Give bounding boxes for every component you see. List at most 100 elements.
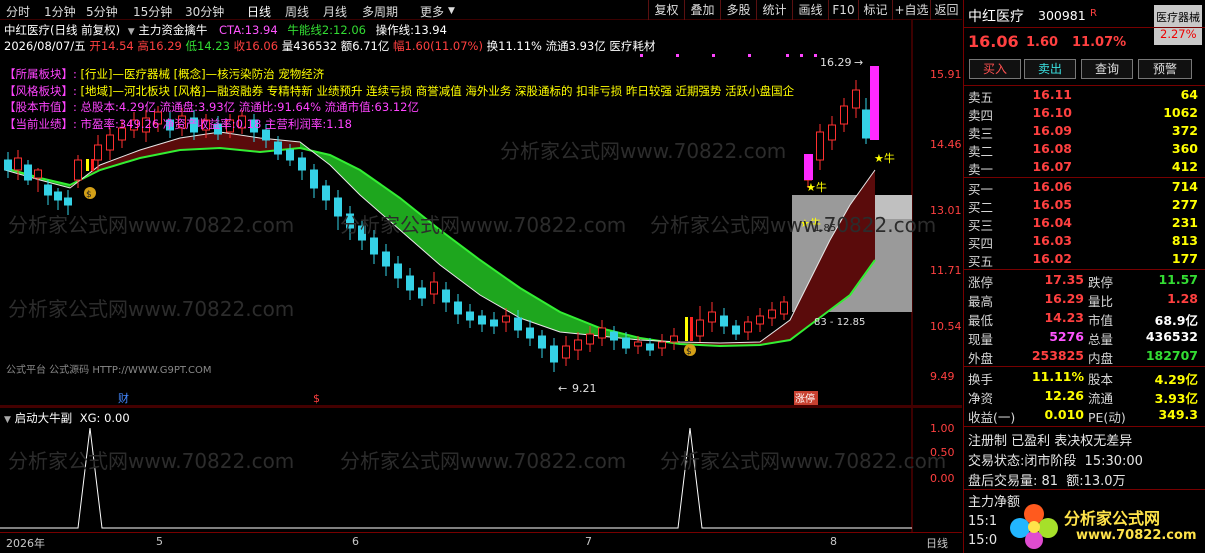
alert-button[interactable]: 预警: [1138, 59, 1192, 79]
after-hours-amt: 13.0万: [1083, 474, 1126, 489]
stat-value: 12.26: [1044, 388, 1084, 403]
sub-chart-header: ▼ 启动大牛副 XG: 0.00: [4, 410, 130, 426]
fuquan-button[interactable]: 复权: [648, 0, 684, 20]
ask-row-2: 卖二 16.08 360: [968, 140, 1200, 159]
period-30min[interactable]: 30分钟: [185, 3, 224, 20]
candle-body: [466, 311, 474, 321]
overlay-button[interactable]: 叠加: [684, 0, 720, 20]
sector-badge[interactable]: 医疗器械 2.27%: [1154, 5, 1202, 45]
candle-body: [610, 331, 618, 341]
candle-body: [442, 289, 450, 303]
annotation-tag: 【当前业绩】:: [4, 117, 77, 131]
sub-indicator-chart[interactable]: 1.00 0.50 0.00 分析家公式网www.70822.com 分析家公式…: [0, 408, 962, 532]
period-weekly[interactable]: 周线: [285, 3, 309, 20]
bid-label: 买五: [968, 254, 994, 269]
stat-value: 14.23: [1044, 310, 1084, 325]
candle-body: [622, 337, 630, 349]
candle-body: [708, 311, 716, 323]
period-multi[interactable]: 多周期: [362, 3, 398, 20]
signal-dot: [800, 54, 803, 57]
bid-volume: 231: [1171, 215, 1198, 230]
time-tick: 5: [156, 535, 163, 548]
annotation-3: 【股本市值】: 总股本:4.29亿 流通盘:3.93亿 流通比:91.64% 流…: [4, 99, 419, 115]
candle-body: [574, 339, 582, 351]
period-more[interactable]: 更多: [420, 3, 444, 20]
period-monthly[interactable]: 月线: [323, 3, 347, 20]
bid-row-4: 买四 16.03 813: [968, 232, 1200, 251]
draw-line-button[interactable]: 画线: [792, 0, 828, 20]
stat-value: 0.010: [1044, 407, 1084, 422]
candle-body: [828, 124, 836, 141]
stat-key: 内盘: [1088, 351, 1114, 366]
chevron-down-icon[interactable]: ▼: [448, 6, 455, 16]
mark-button[interactable]: 标记: [858, 0, 892, 20]
band-label-2: 83 - 12.85: [814, 317, 865, 328]
period-5min[interactable]: 5分钟: [86, 3, 118, 20]
candle-body: [634, 341, 642, 347]
stat-key: 涨停: [968, 275, 994, 290]
signal-dot: [640, 54, 643, 57]
price-tick: 14.46: [930, 138, 962, 151]
candle-body: [34, 169, 42, 179]
bid-volume: 714: [1171, 179, 1198, 194]
candle-body: [744, 321, 752, 333]
signal-dot: [676, 54, 679, 57]
stat-value: 436532: [1145, 329, 1198, 344]
buy-bar: [685, 317, 688, 341]
period-1min[interactable]: 1分钟: [44, 3, 76, 20]
divider: [964, 489, 1205, 490]
niu-signal-3: ★牛: [874, 151, 895, 165]
candle-body: [430, 281, 438, 295]
period-fenshi[interactable]: 分时: [6, 3, 30, 20]
candle-body: [370, 237, 378, 255]
candle-body: [550, 345, 558, 363]
candle-body: [322, 185, 330, 201]
candle-body: [14, 157, 22, 171]
trade-status-label: 交易状态:: [968, 454, 1025, 469]
ask-volume: 64: [1180, 87, 1198, 102]
ask-volume: 1062: [1163, 105, 1198, 120]
ask-price: 16.08: [1032, 141, 1072, 156]
sector-badge-name: 医疗器械: [1156, 11, 1200, 24]
period-label: 日线: [926, 537, 948, 550]
add-favorite-button[interactable]: +自选: [892, 0, 930, 20]
ask-price: 16.09: [1032, 123, 1072, 138]
query-button[interactable]: 查询: [1081, 59, 1133, 79]
multi-stock-button[interactable]: 多股: [720, 0, 756, 20]
quote-panel: 中红医疗 300981 R 医疗器械 2.27% 16.06 1.60 11.0…: [963, 0, 1205, 553]
signal-dots: [640, 54, 817, 57]
stat-key: 跌停: [1088, 275, 1114, 290]
arrow-icon: →: [854, 56, 863, 69]
period-15min[interactable]: 15分钟: [133, 3, 172, 20]
price-tick: 13.01: [930, 204, 962, 217]
stats-button[interactable]: 统计: [756, 0, 792, 20]
sell-button[interactable]: 卖出: [1024, 59, 1076, 79]
candle-body: [862, 109, 870, 139]
ask-row-4: 卖四 16.10 1062: [968, 104, 1200, 123]
back-button[interactable]: 返回: [930, 0, 962, 20]
dollar-marker: $: [313, 392, 320, 405]
dollar-sign: $: [686, 347, 692, 357]
candle-body: [502, 315, 510, 323]
zhangting-label: 涨停: [795, 392, 815, 405]
bid-row-5: 买五 16.02 177: [968, 250, 1200, 269]
limit-up-bar: [870, 66, 879, 140]
period-daily[interactable]: 日线: [247, 3, 271, 20]
buy-button[interactable]: 买入: [969, 59, 1021, 79]
chevron-down-icon[interactable]: ▼: [4, 415, 11, 425]
ask-volume: 412: [1171, 159, 1198, 174]
f10-button[interactable]: F10: [828, 0, 858, 20]
stat-value: 11.11%: [1031, 369, 1084, 384]
cai-marker: 财: [118, 391, 129, 405]
stat-row: 涨停 17.35 跌停 11.57: [968, 271, 1200, 290]
flower-logo-icon: [1010, 504, 1058, 549]
bid-price: 16.06: [1032, 179, 1072, 194]
bid-row-3: 买三 16.04 231: [968, 214, 1200, 233]
candle-body: [310, 169, 318, 189]
stat-key: 总量: [1088, 332, 1114, 347]
divider: [964, 27, 1205, 28]
time-axis: 2026年 5 6 7 8 日线: [0, 532, 962, 553]
sub-indicator-name[interactable]: 启动大牛副: [15, 411, 73, 425]
candle-body: [562, 345, 570, 359]
candle-body: [106, 134, 114, 151]
